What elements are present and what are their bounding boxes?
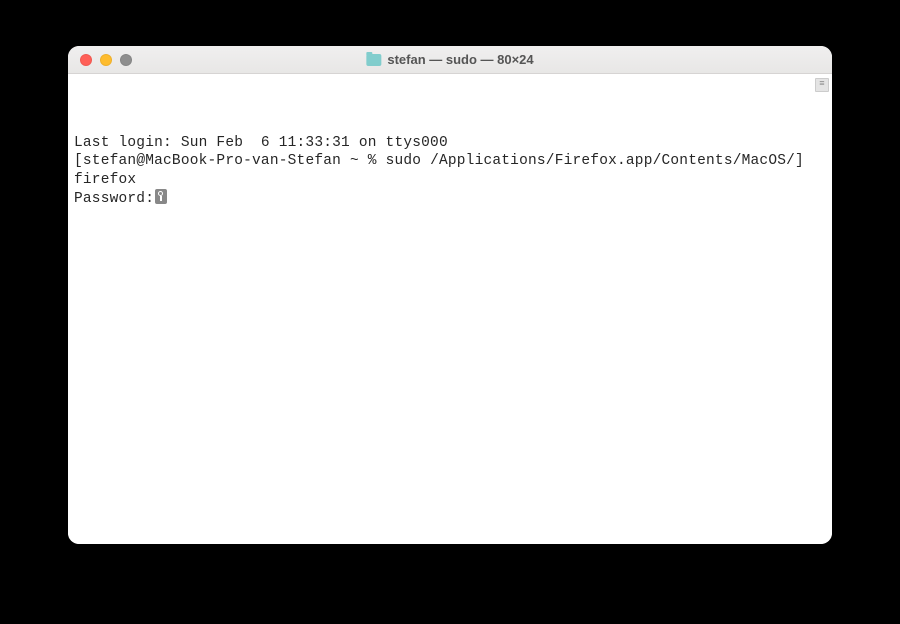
close-button[interactable] bbox=[80, 54, 92, 66]
terminal-line-command: [stefan@MacBook-Pro-van-Stefan ~ % sudo … bbox=[74, 152, 826, 171]
traffic-lights bbox=[68, 54, 132, 66]
terminal-body[interactable]: ≡ Last login: Sun Feb 6 11:33:31 on ttys… bbox=[68, 74, 832, 544]
prompt-host: stefan@MacBook-Pro-van-Stefan ~ % bbox=[83, 153, 386, 169]
command-text: sudo /Applications/Firefox.app/Contents/… bbox=[386, 153, 795, 169]
key-icon bbox=[155, 189, 167, 204]
terminal-line-password: Password: bbox=[74, 189, 826, 209]
prompt-open-bracket: [ bbox=[74, 153, 83, 169]
prompt-close-bracket: ] bbox=[795, 153, 804, 169]
password-label: Password: bbox=[74, 191, 154, 207]
titlebar[interactable]: stefan — sudo — 80×24 bbox=[68, 46, 832, 74]
window-title-text: stefan — sudo — 80×24 bbox=[387, 52, 533, 67]
folder-icon bbox=[366, 54, 381, 66]
maximize-button[interactable] bbox=[120, 54, 132, 66]
terminal-line-command-wrap: firefox bbox=[74, 171, 826, 190]
minimize-button[interactable] bbox=[100, 54, 112, 66]
terminal-window: stefan — sudo — 80×24 ≡ Last login: Sun … bbox=[68, 46, 832, 544]
terminal-line-lastlogin: Last login: Sun Feb 6 11:33:31 on ttys00… bbox=[74, 134, 826, 153]
scroll-indicator-icon: ≡ bbox=[815, 78, 829, 92]
window-title: stefan — sudo — 80×24 bbox=[366, 52, 533, 67]
